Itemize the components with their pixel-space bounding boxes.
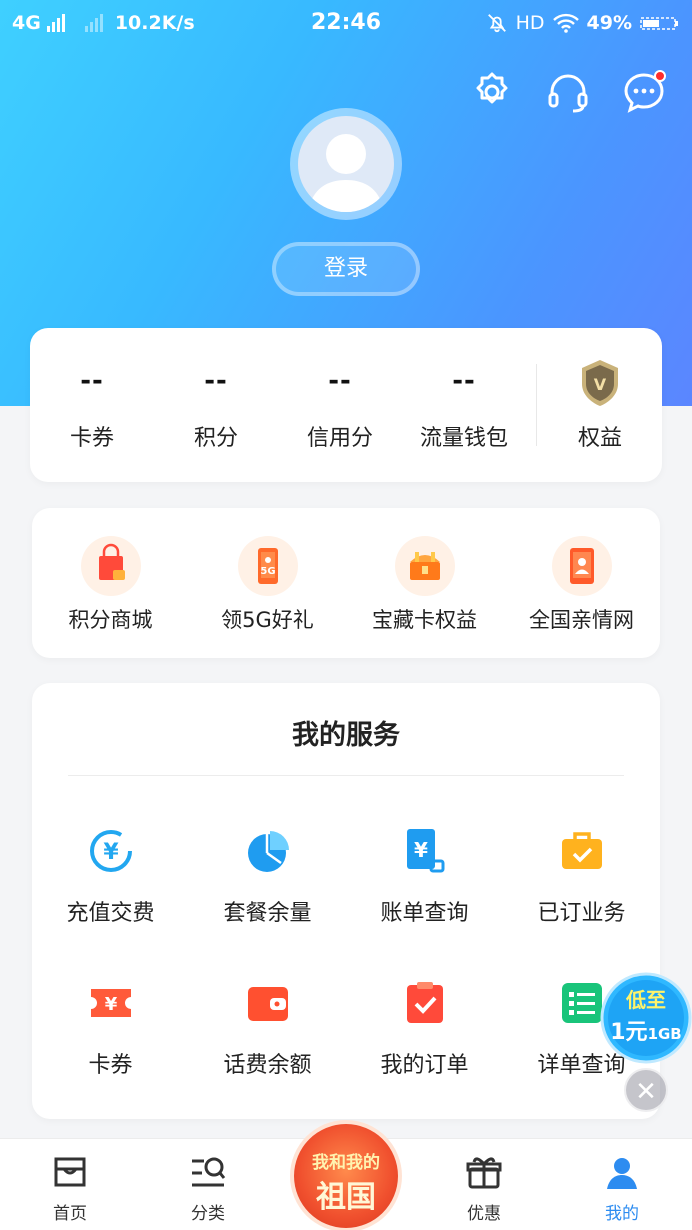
stat-value: -- (452, 366, 476, 396)
stat-value: -- (204, 366, 228, 396)
battery-icon (640, 17, 678, 30)
divider (536, 364, 537, 446)
shopping-bag-icon (80, 536, 141, 596)
svg-text:¥: ¥ (414, 838, 428, 862)
svg-text:¥: ¥ (104, 994, 117, 1015)
promo-line2: 1元 (610, 1020, 648, 1045)
services-title: 我的服务 (292, 720, 400, 751)
stat-value: -- (328, 366, 352, 396)
order-clipboard-icon (406, 982, 443, 1023)
campaign-line1: 我和我的 (312, 1153, 380, 1173)
campaign-line2: 祖国 (316, 1180, 376, 1215)
stat-data-wallet[interactable]: -- 流量钱包 (402, 328, 526, 482)
svg-text:5G: 5G (260, 566, 275, 577)
hd-indicator: HD (515, 12, 545, 34)
tab-label: 优惠 (467, 1204, 501, 1224)
tab-label: 首页 (53, 1204, 87, 1224)
tab-label: 分类 (191, 1204, 225, 1224)
svg-text:¥: ¥ (103, 840, 119, 865)
close-icon: ✕ (635, 1077, 657, 1107)
briefcase-icon (561, 832, 602, 869)
wifi-icon (552, 13, 579, 33)
center-campaign-button[interactable]: 我和我的 祖国 (294, 1124, 398, 1228)
svg-text:V: V (594, 375, 607, 394)
tab-offers[interactable]: 优惠 (434, 1139, 534, 1230)
user-icon (607, 1158, 637, 1189)
stat-credit-score[interactable]: -- 信用分 (278, 328, 402, 482)
my-services-card: 我的服务 ¥ 充值交费 套餐余量 ¥ 账单查询 已订业务 ¥ 卡券 话费余额 我… (32, 683, 660, 1119)
home-icon (54, 1157, 86, 1187)
avatar[interactable] (290, 108, 402, 220)
category-search-icon (192, 1157, 226, 1187)
stat-value: -- (80, 366, 104, 396)
bell-off-icon (487, 14, 506, 33)
promo-float-badge[interactable]: 低至 1元1GB (600, 972, 692, 1064)
list-icon (561, 983, 602, 1023)
default-avatar-icon (308, 134, 384, 212)
login-button[interactable]: 登录 (272, 242, 420, 296)
promo-close-button[interactable]: ✕ (624, 1068, 668, 1112)
tab-home[interactable]: 首页 (20, 1139, 120, 1230)
header-actions (470, 70, 666, 114)
unread-dot (654, 70, 666, 82)
stat-label: 卡券 (69, 426, 114, 451)
battery-percent: 49% (586, 12, 632, 34)
quick-link-label: 宝藏卡权益 (372, 608, 477, 632)
service-label: 账单查询 (380, 901, 469, 926)
service-label: 我的订单 (380, 1053, 469, 1078)
pie-chart-icon (247, 831, 289, 872)
tab-mine[interactable]: 我的 (572, 1139, 672, 1230)
benefits-label: 权益 (577, 426, 622, 451)
treasure-chest-icon (394, 536, 455, 596)
promo-line1: 低至 (626, 988, 666, 1012)
service-label: 已订业务 (537, 901, 626, 926)
account-stats-card: -- 卡券 -- 积分 -- 信用分 -- 流量钱包 权益 V (30, 328, 662, 482)
headset-icon[interactable] (546, 70, 590, 114)
stat-points[interactable]: -- 积分 (154, 328, 278, 482)
coupon-icon: ¥ (90, 989, 131, 1017)
quick-link-label: 全国亲情网 (529, 608, 634, 632)
recharge-icon: ¥ (89, 830, 132, 872)
tab-label: 我的 (605, 1204, 639, 1224)
gift-icon (466, 1157, 502, 1189)
service-label: 卡券 (88, 1053, 133, 1078)
stat-coupons[interactable]: -- 卡券 (30, 328, 154, 482)
status-bar: 4G 10.2K/s 22:46 HD 49% (0, 0, 692, 48)
bill-icon: ¥ (406, 829, 444, 873)
promo-line3: 1GB (647, 1025, 682, 1043)
promo-price: 1元1GB (600, 1014, 692, 1046)
service-label: 套餐余量 (223, 901, 312, 926)
gear-icon[interactable] (470, 70, 514, 114)
quick-link-label: 积分商城 (68, 608, 153, 632)
family-network-icon (551, 536, 612, 596)
stat-label: 流量钱包 (419, 426, 508, 451)
tab-category[interactable]: 分类 (158, 1139, 258, 1230)
service-label: 充值交费 (66, 901, 155, 926)
message-icon[interactable] (622, 70, 666, 114)
quick-links-card: 积分商城 5G 领5G好礼 宝藏卡权益 全国亲情网 (32, 508, 660, 658)
stat-label: 信用分 (306, 426, 373, 451)
divider (68, 775, 624, 776)
quick-link-label: 领5G好礼 (221, 608, 314, 632)
5g-phone-icon: 5G (237, 536, 298, 596)
wallet-icon (247, 987, 288, 1021)
vip-badge-icon: V (582, 360, 618, 406)
stat-label: 积分 (193, 426, 238, 451)
service-label: 话费余额 (223, 1053, 312, 1078)
